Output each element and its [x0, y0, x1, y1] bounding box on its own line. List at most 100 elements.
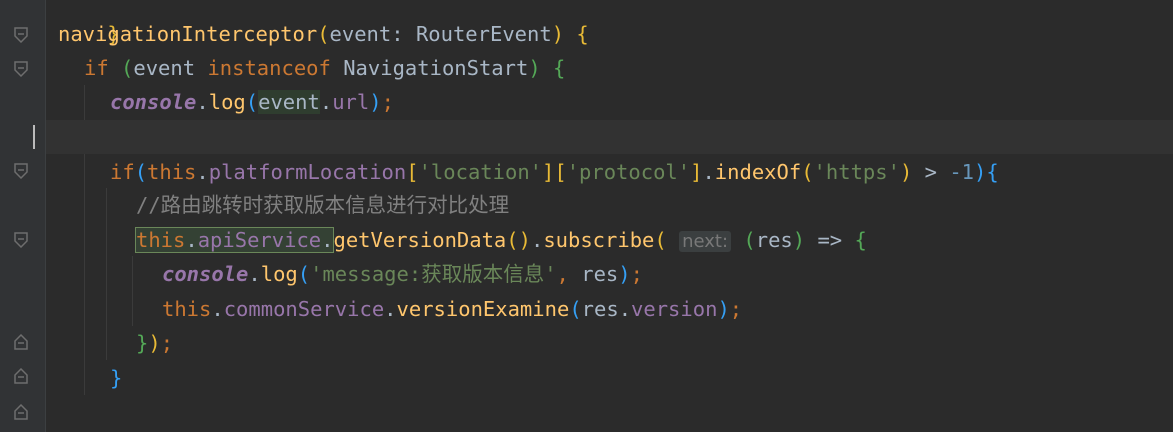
operator: >: [912, 160, 950, 184]
paren: (): [506, 228, 531, 252]
dot: .: [384, 297, 397, 321]
brace: {: [854, 228, 867, 252]
paren: (: [569, 297, 582, 321]
paren: ): [551, 22, 565, 46]
paren: (: [654, 228, 667, 252]
fold-open-icon[interactable]: [14, 61, 28, 77]
this-keyword: this: [147, 160, 197, 184]
param-name: res: [755, 228, 793, 252]
dot: .: [530, 228, 544, 252]
dot: .: [319, 90, 333, 114]
identifier: res: [581, 297, 619, 321]
keyword: instanceof: [207, 56, 331, 80]
fold-close-icon[interactable]: [14, 368, 28, 384]
paren: ): [792, 228, 806, 252]
property: url: [332, 90, 370, 114]
fold-close-icon[interactable]: [14, 404, 28, 420]
paren: (: [731, 228, 756, 252]
this-keyword: this: [162, 297, 212, 321]
colon: :: [391, 22, 416, 46]
function-name: navigationInterceptor: [58, 22, 318, 46]
paren: (: [801, 160, 814, 184]
paren: (: [134, 160, 148, 184]
identifier: event: [258, 90, 320, 114]
current-line[interactable]: [33, 120, 1173, 154]
code-line-2[interactable]: if (event instanceof NavigationStart) {: [84, 51, 1173, 85]
paren: ): [974, 160, 987, 184]
code-editor[interactable]: } navigationInterceptor(event: RouterEve…: [33, 0, 1173, 432]
indent-guide: [132, 256, 133, 326]
global-object: console: [110, 90, 197, 114]
bracket: ][: [542, 160, 567, 184]
semicolon: ;: [381, 90, 394, 114]
code-line-8[interactable]: console.log('message:获取版本信息', res);: [162, 257, 1173, 291]
fold-close-icon[interactable]: [14, 334, 28, 350]
global-object: console: [162, 262, 249, 286]
method-name: log: [208, 90, 246, 114]
paren: ): [528, 56, 541, 80]
paren: ): [369, 90, 382, 114]
property: version: [631, 297, 718, 321]
paren: (: [317, 22, 330, 46]
code-line-1[interactable]: navigationInterceptor(event: RouterEvent…: [58, 17, 1173, 51]
paren: (: [297, 262, 311, 286]
this-keyword: this: [136, 228, 186, 252]
brace: }: [136, 331, 149, 355]
semicolon: ;: [729, 297, 743, 321]
keyword: if: [84, 56, 109, 80]
string: 'protocol': [566, 160, 691, 184]
code-line-3[interactable]: console.log(event.url);: [110, 85, 1173, 119]
paren: ): [148, 331, 161, 355]
string: 'location': [418, 160, 542, 184]
string: 'https': [813, 160, 900, 184]
brace: {: [986, 160, 999, 184]
comma: ,: [556, 262, 582, 286]
parameter-hint: next:: [679, 231, 732, 252]
number: -1: [949, 160, 975, 184]
comment: //路由跳转时获取版本信息进行对比处理: [136, 193, 510, 217]
paren: (: [245, 90, 259, 114]
paren: (: [108, 56, 134, 80]
code-line-11[interactable]: }: [110, 361, 1173, 395]
arrow-operator: =>: [805, 228, 855, 252]
string: 'message:获取版本信息': [310, 262, 557, 286]
method-name: subscribe: [543, 228, 655, 252]
text-caret: [33, 125, 35, 149]
semicolon: ;: [630, 262, 643, 286]
method-name: log: [260, 262, 298, 286]
code-line-9[interactable]: this.commonService.versionExamine(res.ve…: [162, 292, 1173, 326]
dot: .: [248, 262, 261, 286]
dot: .: [196, 90, 209, 114]
type-name: NavigationStart: [330, 56, 529, 80]
property: commonService: [223, 297, 385, 321]
code-line-6[interactable]: //路由跳转时获取版本信息进行对比处理: [136, 188, 1173, 222]
brace: {: [540, 56, 566, 80]
fold-open-icon[interactable]: [14, 163, 28, 179]
paren: ): [899, 160, 913, 184]
fold-open-icon[interactable]: [14, 232, 28, 248]
dot: .: [702, 160, 715, 184]
identifier: event: [133, 56, 208, 80]
dot: .: [321, 228, 334, 252]
code-line-0[interactable]: }: [58, 0, 1173, 46]
keyword: if: [110, 160, 135, 184]
code-line-10[interactable]: });: [136, 326, 1173, 360]
method-name: versionExamine: [396, 297, 570, 321]
dot: .: [196, 160, 209, 184]
fold-open-icon[interactable]: [14, 27, 28, 43]
bracket: ]: [690, 160, 703, 184]
code-line-7[interactable]: this.apiService.getVersionData().subscri…: [134, 223, 1173, 257]
bracket: [: [406, 160, 419, 184]
editor-gutter: [0, 0, 46, 432]
paren: ): [618, 262, 631, 286]
param-name: event: [329, 22, 392, 46]
brace: }: [110, 366, 123, 390]
dot: .: [185, 228, 198, 252]
type-name: RouterEvent: [415, 22, 552, 46]
indent-guide: [106, 188, 107, 360]
brace: {: [564, 22, 589, 46]
method-name: getVersionData: [333, 228, 507, 252]
paren: ): [717, 297, 730, 321]
property: apiService: [197, 228, 322, 252]
code-line-5[interactable]: if(this.platformLocation['location']['pr…: [110, 155, 1173, 189]
